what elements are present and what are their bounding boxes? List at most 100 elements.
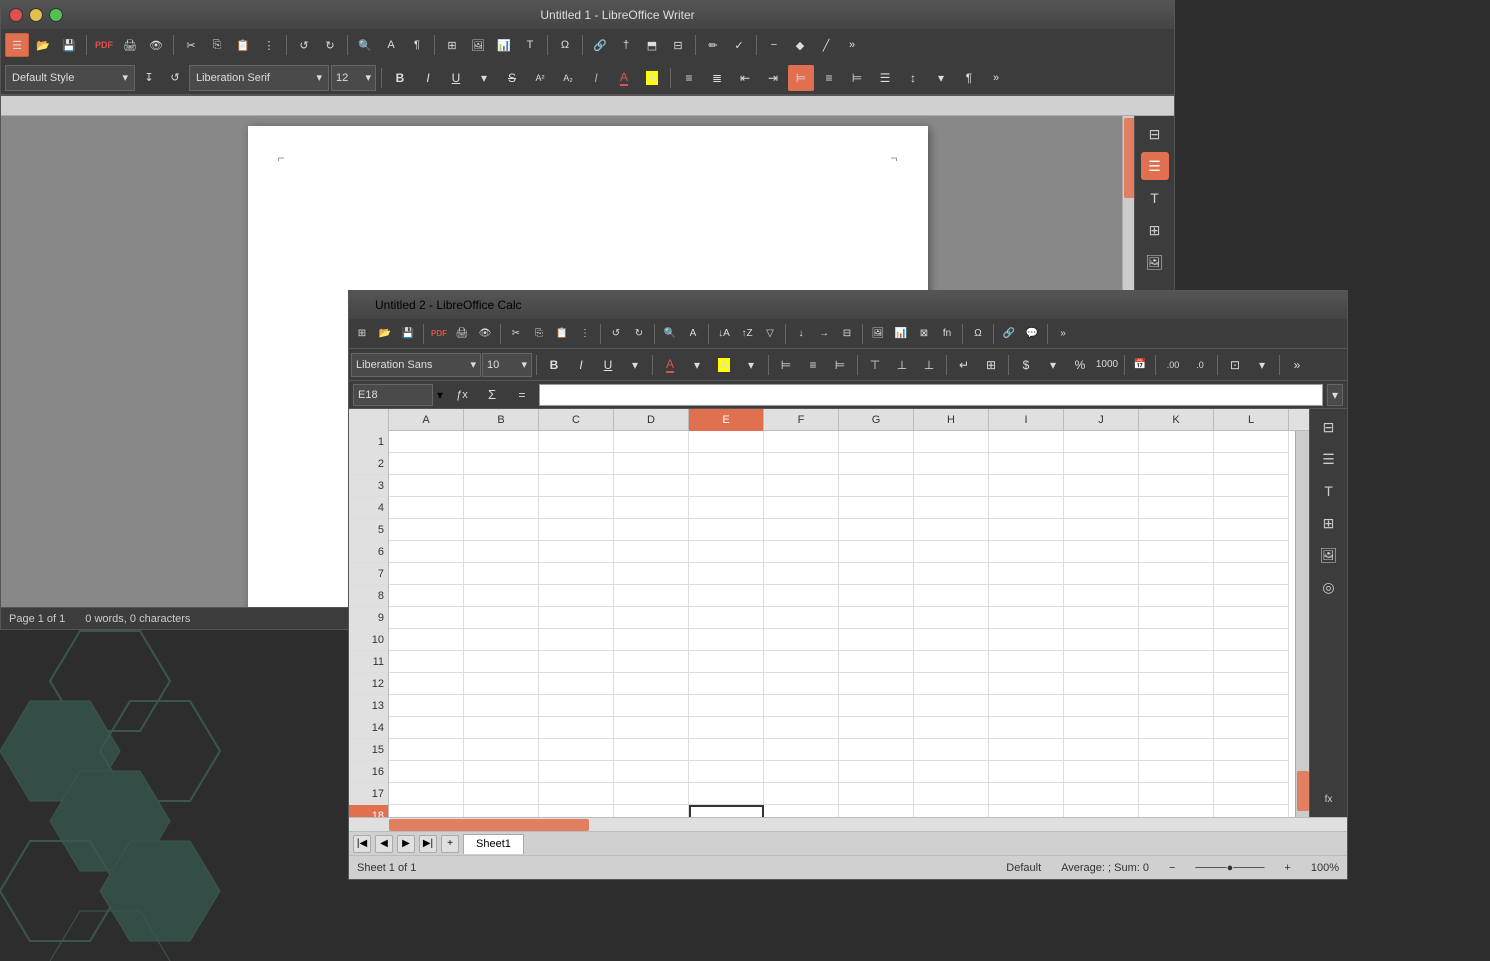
calc-align-center-btn[interactable]: ≡	[800, 352, 826, 378]
cell-J7[interactable]	[1064, 563, 1139, 585]
cell-I13[interactable]	[989, 695, 1064, 717]
calc-hscrollbar[interactable]	[349, 817, 1347, 831]
calc-vscrollbar[interactable]	[1295, 431, 1309, 817]
subscript-btn[interactable]: A₂	[555, 65, 581, 91]
linespace-dd-btn[interactable]: ▾	[928, 65, 954, 91]
cell-H17[interactable]	[914, 783, 989, 805]
cell-A1[interactable]	[389, 431, 464, 453]
cell-D8[interactable]	[614, 585, 689, 607]
cell-E13[interactable]	[689, 695, 764, 717]
italic-btn[interactable]: I	[415, 65, 441, 91]
cell-D13[interactable]	[614, 695, 689, 717]
calc-more2-btn[interactable]: »	[1284, 352, 1310, 378]
cell-B3[interactable]	[464, 475, 539, 497]
row-num-18[interactable]: 18	[349, 805, 388, 817]
cell-B11[interactable]	[464, 651, 539, 673]
cell-D11[interactable]	[614, 651, 689, 673]
tb-find-btn[interactable]: 🔍	[353, 33, 377, 57]
cell-D5[interactable]	[614, 519, 689, 541]
cell-C12[interactable]	[539, 673, 614, 695]
cell-E14[interactable]	[689, 717, 764, 739]
outdent-btn[interactable]: ⇤	[732, 65, 758, 91]
underline-dd-btn[interactable]: ▾	[471, 65, 497, 91]
cell-L7[interactable]	[1214, 563, 1289, 585]
cell-H11[interactable]	[914, 651, 989, 673]
cell-G1[interactable]	[839, 431, 914, 453]
cell-F10[interactable]	[764, 629, 839, 651]
cell-G16[interactable]	[839, 761, 914, 783]
cell-E5[interactable]	[689, 519, 764, 541]
cell-C1[interactable]	[539, 431, 614, 453]
calc-img-btn[interactable]: 🖼	[867, 323, 889, 345]
cell-ref-box[interactable]: E18	[353, 384, 433, 406]
calc-more-btn[interactable]: »	[1052, 323, 1074, 345]
calc-currency-btn[interactable]: $	[1013, 352, 1039, 378]
writer-close-btn[interactable]	[9, 8, 23, 22]
cell-I6[interactable]	[989, 541, 1064, 563]
cell-C6[interactable]	[539, 541, 614, 563]
cell-L5[interactable]	[1214, 519, 1289, 541]
cell-F3[interactable]	[764, 475, 839, 497]
cell-K6[interactable]	[1139, 541, 1214, 563]
cell-K13[interactable]	[1139, 695, 1214, 717]
calc-valign-bot-btn[interactable]: ⊥	[916, 352, 942, 378]
cell-B18[interactable]	[464, 805, 539, 817]
cell-C11[interactable]	[539, 651, 614, 673]
tb-pdf-btn[interactable]: PDF	[92, 33, 116, 57]
cell-J12[interactable]	[1064, 673, 1139, 695]
cell-G13[interactable]	[839, 695, 914, 717]
cell-D3[interactable]	[614, 475, 689, 497]
fmt-more-btn[interactable]: »	[984, 66, 1008, 90]
cell-E1[interactable]	[689, 431, 764, 453]
style-update-btn[interactable]: ↺	[163, 66, 187, 90]
cell-J4[interactable]	[1064, 497, 1139, 519]
row-num-10[interactable]: 10	[349, 629, 388, 651]
cell-A15[interactable]	[389, 739, 464, 761]
col-header-k[interactable]: K	[1139, 409, 1214, 431]
col-header-c[interactable]: C	[539, 409, 614, 431]
calc-panel-styles[interactable]: ☰	[1315, 445, 1343, 473]
cell-G9[interactable]	[839, 607, 914, 629]
cell-F2[interactable]	[764, 453, 839, 475]
calc-font-color-btn[interactable]: A	[657, 352, 683, 378]
calc-panel-circle[interactable]: ◎	[1315, 573, 1343, 601]
calc-cut-btn[interactable]: ✂	[505, 323, 527, 345]
cell-A12[interactable]	[389, 673, 464, 695]
calc-thousand-btn[interactable]: 1000	[1094, 352, 1120, 378]
calc-border-btn[interactable]: ⊡	[1222, 352, 1248, 378]
cell-D17[interactable]	[614, 783, 689, 805]
cell-E16[interactable]	[689, 761, 764, 783]
cell-D1[interactable]	[614, 431, 689, 453]
cell-L2[interactable]	[1214, 453, 1289, 475]
cell-J13[interactable]	[1064, 695, 1139, 717]
calc-currency-dd[interactable]: ▾	[1040, 352, 1066, 378]
cell-G4[interactable]	[839, 497, 914, 519]
cell-K9[interactable]	[1139, 607, 1214, 629]
tb-img-btn[interactable]: 🖼	[466, 33, 490, 57]
row-num-3[interactable]: 3	[349, 475, 388, 497]
font-size-dropdown[interactable]: 12 ▾	[331, 65, 376, 91]
cell-F9[interactable]	[764, 607, 839, 629]
cell-A17[interactable]	[389, 783, 464, 805]
calc-underline-btn[interactable]: U	[595, 352, 621, 378]
cell-G6[interactable]	[839, 541, 914, 563]
cell-E3[interactable]	[689, 475, 764, 497]
cell-G8[interactable]	[839, 585, 914, 607]
cell-L18[interactable]	[1214, 805, 1289, 817]
cell-B8[interactable]	[464, 585, 539, 607]
tb-draw-btn[interactable]: ✏	[701, 33, 725, 57]
calc-valign-mid-btn[interactable]: ⊥	[889, 352, 915, 378]
calc-align-left-btn[interactable]: ⊨	[773, 352, 799, 378]
tb-footnote-btn[interactable]: †	[614, 33, 638, 57]
cell-A7[interactable]	[389, 563, 464, 585]
row-num-4[interactable]: 4	[349, 497, 388, 519]
calc-fn-btn[interactable]: fn	[936, 323, 958, 345]
col-header-g[interactable]: G	[839, 409, 914, 431]
cell-B15[interactable]	[464, 739, 539, 761]
calc-hyperlink-btn[interactable]: 🔗	[998, 323, 1020, 345]
calc-panel-nav[interactable]: ⊞	[1315, 509, 1343, 537]
tb-save-btn[interactable]: 💾	[57, 33, 81, 57]
cell-H4[interactable]	[914, 497, 989, 519]
row-num-12[interactable]: 12	[349, 673, 388, 695]
cell-F12[interactable]	[764, 673, 839, 695]
